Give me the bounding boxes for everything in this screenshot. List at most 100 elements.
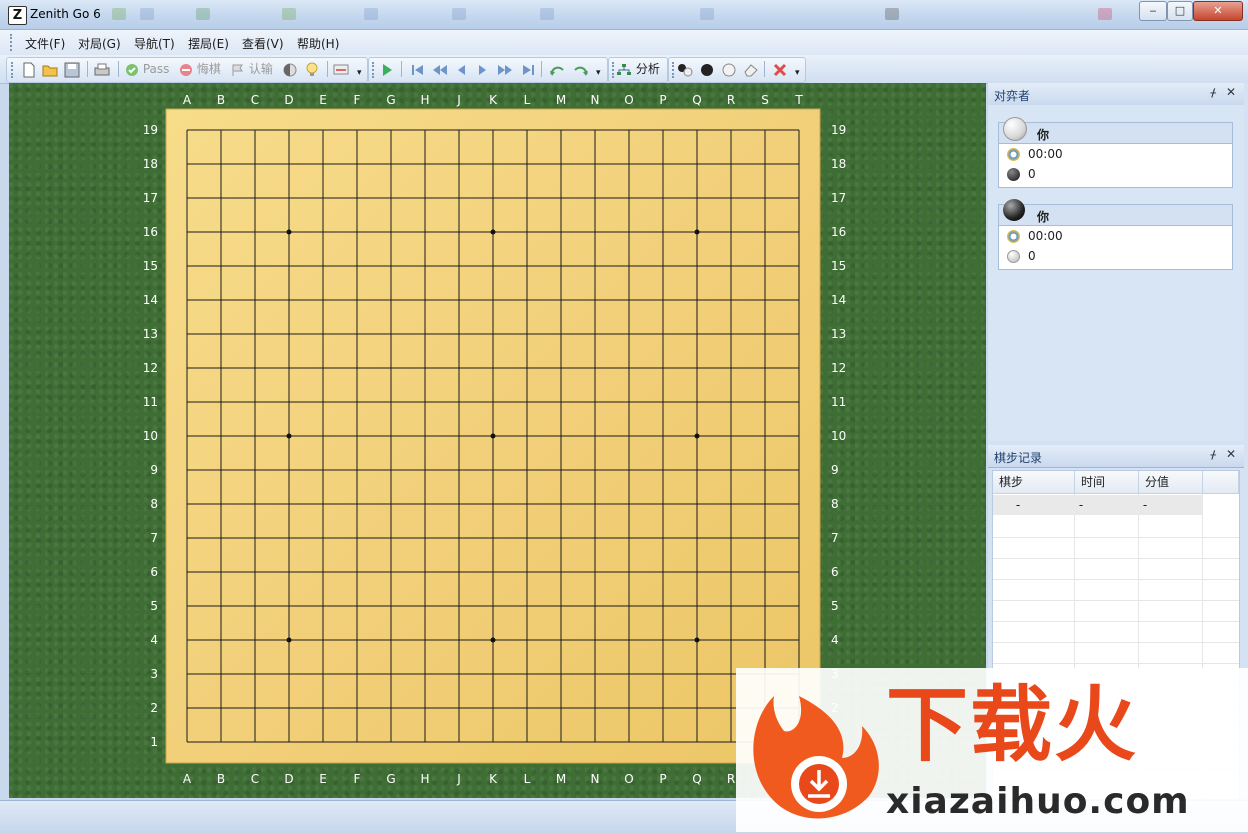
black-stone-icon[interactable] — [699, 61, 715, 77]
close-icon[interactable]: ✕ — [1226, 85, 1236, 99]
pin-icon[interactable]: ᚋ — [1211, 86, 1216, 99]
column-label: F — [354, 772, 361, 786]
close-icon[interactable]: ✕ — [1226, 447, 1236, 461]
analyze-label: 分析 — [635, 62, 660, 76]
menu-help[interactable]: 帮助(H) — [297, 35, 339, 52]
star-point — [490, 433, 496, 439]
close-button[interactable]: ✕ — [1193, 1, 1243, 21]
undo-label: 悔棋 — [196, 62, 221, 76]
row-label: 15 — [143, 259, 158, 273]
menu-grip[interactable] — [10, 34, 15, 51]
next-move-icon[interactable] — [478, 61, 488, 77]
column-label: K — [489, 93, 498, 107]
forward-ten-icon[interactable] — [497, 61, 513, 77]
row-label: 10 — [831, 429, 846, 443]
player-name: 你 — [1037, 210, 1050, 224]
menu-game[interactable]: 对局(G) — [78, 35, 121, 52]
row-label: 1 — [150, 735, 158, 749]
undo-button[interactable]: 悔棋 — [179, 61, 221, 77]
menu-navigate[interactable]: 导航(T) — [134, 35, 175, 52]
next-branch-icon[interactable] — [573, 61, 589, 77]
column-label: S — [761, 93, 769, 107]
watermark-url: xiazaihuo.com — [886, 781, 1190, 822]
row-label: 4 — [150, 633, 158, 647]
first-move-icon[interactable] — [411, 61, 425, 77]
column-label: O — [624, 93, 633, 107]
toolbar-grip[interactable] — [11, 62, 16, 78]
column-label: E — [319, 772, 327, 786]
toolbar-overflow-icon[interactable]: ▾ — [596, 65, 601, 81]
quick-access-icon — [112, 8, 126, 20]
moves-panel-title: 棋步记录 — [994, 451, 1043, 465]
row-label: 9 — [831, 463, 839, 477]
table-row[interactable] — [1043, 495, 1203, 515]
column-label: J — [456, 93, 461, 107]
flame-logo-icon — [753, 696, 879, 819]
pass-button[interactable]: Pass — [125, 61, 169, 77]
save-icon[interactable] — [64, 61, 80, 77]
menu-view[interactable]: 查看(V) — [242, 35, 284, 52]
column-header-move[interactable]: 棋步 — [993, 471, 1075, 494]
players-panel-title: 对弈者 — [994, 89, 1031, 103]
toolbar-overflow-icon[interactable]: ▾ — [795, 65, 800, 81]
column-label: D — [284, 772, 293, 786]
estimate-icon[interactable] — [283, 61, 297, 77]
row-label: 7 — [150, 531, 158, 545]
row-label: 18 — [831, 157, 846, 171]
player-time: 00:00 — [1028, 147, 1063, 161]
previous-move-icon[interactable] — [456, 61, 466, 77]
resign-button[interactable]: 认输 — [231, 61, 273, 77]
row-label: 10 — [143, 429, 158, 443]
column-label: N — [591, 772, 600, 786]
print-icon[interactable] — [93, 61, 111, 77]
column-header-time[interactable]: 时间 — [1075, 471, 1139, 494]
player-card: 你 00:00 0 — [998, 199, 1233, 270]
row-divider — [993, 600, 1239, 601]
open-folder-icon[interactable] — [42, 61, 58, 77]
toolbar-grip[interactable] — [372, 62, 377, 78]
white-stone-avatar-icon — [1003, 117, 1027, 141]
play-icon[interactable] — [381, 61, 393, 77]
black-stone-icon — [1007, 168, 1020, 181]
column-label: O — [624, 772, 633, 786]
flag-icon — [231, 62, 245, 76]
column-label: B — [217, 93, 225, 107]
column-header-score[interactable]: 分值 — [1139, 471, 1203, 494]
menu-file[interactable]: 文件(F) — [25, 35, 65, 52]
analyze-button[interactable]: 分析 — [616, 61, 660, 77]
last-move-icon[interactable] — [521, 61, 535, 77]
player-time: 00:00 — [1028, 229, 1063, 243]
watermark-title: 下载火 — [886, 678, 1139, 773]
menu-setup[interactable]: 摆局(E) — [188, 35, 229, 52]
column-label: B — [217, 772, 225, 786]
maximize-button[interactable]: □ — [1167, 1, 1193, 21]
table-cell[interactable]: - — [1075, 495, 1087, 515]
new-file-icon[interactable] — [22, 61, 36, 77]
quick-access-icon — [282, 8, 296, 20]
eraser-icon[interactable] — [743, 61, 759, 77]
quick-access-icon — [885, 8, 899, 20]
column-label: Q — [692, 772, 701, 786]
hint-bulb-icon[interactable] — [305, 61, 319, 77]
table-cell[interactable]: - — [993, 495, 1043, 515]
toolbar-overflow-icon[interactable]: ▾ — [357, 65, 362, 81]
moves-panel-header: 棋步记录 ᚋ ✕ — [988, 445, 1244, 468]
back-ten-icon[interactable] — [432, 61, 448, 77]
players-panel-header: 对弈者 ᚋ ✕ — [988, 83, 1244, 106]
delete-icon[interactable] — [773, 61, 787, 77]
minimize-button[interactable]: ‒ — [1139, 1, 1167, 21]
row-divider — [993, 537, 1239, 538]
row-label: 4 — [831, 633, 839, 647]
previous-branch-icon[interactable] — [549, 61, 565, 77]
table-cell[interactable]: - — [1139, 495, 1151, 515]
star-point — [490, 637, 496, 643]
player-header: 你 — [999, 199, 1232, 226]
row-label: 6 — [150, 565, 158, 579]
column-label: F — [354, 93, 361, 107]
pin-icon[interactable]: ᚋ — [1211, 448, 1216, 461]
alternate-stones-icon[interactable] — [677, 61, 693, 77]
watermark: 下载火 xiazaihuo.com — [736, 668, 1248, 832]
comment-icon[interactable] — [333, 61, 349, 77]
white-stone-icon[interactable] — [721, 61, 737, 77]
row-label: 19 — [143, 123, 158, 137]
